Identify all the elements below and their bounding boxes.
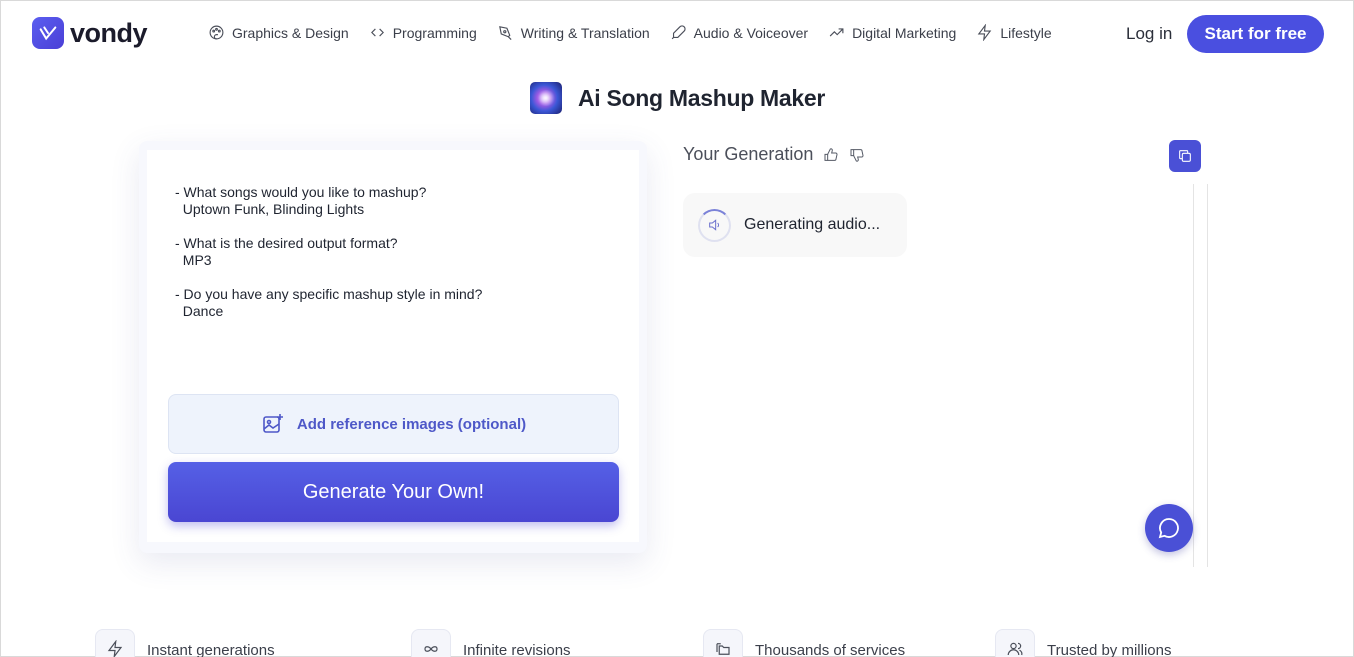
lightning-icon (978, 24, 992, 41)
chat-button[interactable] (1145, 504, 1193, 552)
nav-audio-voiceover[interactable]: Audio & Voiceover (670, 24, 808, 41)
generate-button[interactable]: Generate Your Own! (168, 462, 619, 522)
generation-header: Your Generation (683, 144, 865, 165)
start-for-free-button[interactable]: Start for free (1187, 15, 1324, 53)
output-scrollbar[interactable] (1193, 184, 1208, 567)
logo-mark-icon (32, 17, 64, 49)
feature-label: Instant generations (147, 642, 275, 657)
copy-icon (1179, 150, 1191, 162)
nav-label: Programming (392, 24, 477, 41)
nav-label: Lifestyle (1000, 24, 1052, 41)
thumbs-up-icon[interactable] (823, 147, 839, 163)
features-row: Instant generations Infinite revisions T… (1, 629, 1354, 657)
feature-instant-generations: Instant generations (95, 629, 275, 657)
logo-text: vondy (70, 17, 148, 48)
audio-generation-status: Generating audio... (683, 193, 907, 257)
folders-icon (703, 629, 743, 657)
nav-programming[interactable]: Programming (369, 24, 477, 41)
add-reference-images-button[interactable]: Add reference images (optional) (168, 394, 619, 454)
code-icon (370, 28, 384, 37)
pen-nib-icon (498, 26, 512, 40)
nav-writing-translation[interactable]: Writing & Translation (497, 24, 650, 41)
nav-digital-marketing[interactable]: Digital Marketing (828, 24, 956, 41)
page-title: Ai Song Mashup Maker (578, 84, 826, 111)
feature-infinite-revisions: Infinite revisions (411, 629, 571, 657)
feature-label: Trusted by millions (1047, 642, 1172, 657)
nav-graphics-design[interactable]: Graphics & Design (208, 24, 349, 41)
users-icon (995, 629, 1035, 657)
feature-label: Thousands of services (755, 642, 906, 657)
nav-label: Audio & Voiceover (693, 24, 809, 41)
app-thumbnail-icon (530, 82, 562, 114)
feature-trusted-by-millions: Trusted by millions (995, 629, 1171, 657)
trending-up-icon (829, 28, 844, 37)
audio-status-text: Generating audio... (744, 216, 881, 233)
nav-label: Graphics & Design (232, 24, 349, 41)
vondy-logo[interactable]: vondy (32, 17, 148, 49)
page-title-row: Ai Song Mashup Maker (530, 82, 825, 114)
feature-thousands-of-services: Thousands of services (703, 629, 905, 657)
copy-button[interactable] (1169, 140, 1201, 172)
nav-lifestyle[interactable]: Lifestyle (976, 24, 1052, 41)
nav-label: Writing & Translation (520, 24, 650, 41)
speaker-icon (698, 208, 731, 242)
generation-title: Your Generation (683, 144, 814, 164)
lightning-icon (95, 629, 135, 657)
chat-bubble-icon (1158, 518, 1179, 539)
thumbs-down-icon[interactable] (849, 147, 865, 163)
palette-icon (209, 25, 224, 40)
site-header: vondy Graphics & Design Programming Writ… (1, 1, 1354, 67)
nav-label: Digital Marketing (852, 24, 957, 41)
login-link[interactable]: Log in (1126, 24, 1172, 44)
microphone-icon (671, 25, 686, 40)
add-reference-images-label: Add reference images (optional) (296, 415, 527, 433)
main-nav: Graphics & Design Programming Writing & … (208, 24, 1072, 41)
feature-label: Infinite revisions (463, 642, 571, 657)
prompt-text[interactable]: - What songs would you like to mashup? U… (175, 184, 615, 320)
image-add-icon (263, 414, 283, 433)
infinity-icon (411, 629, 451, 657)
